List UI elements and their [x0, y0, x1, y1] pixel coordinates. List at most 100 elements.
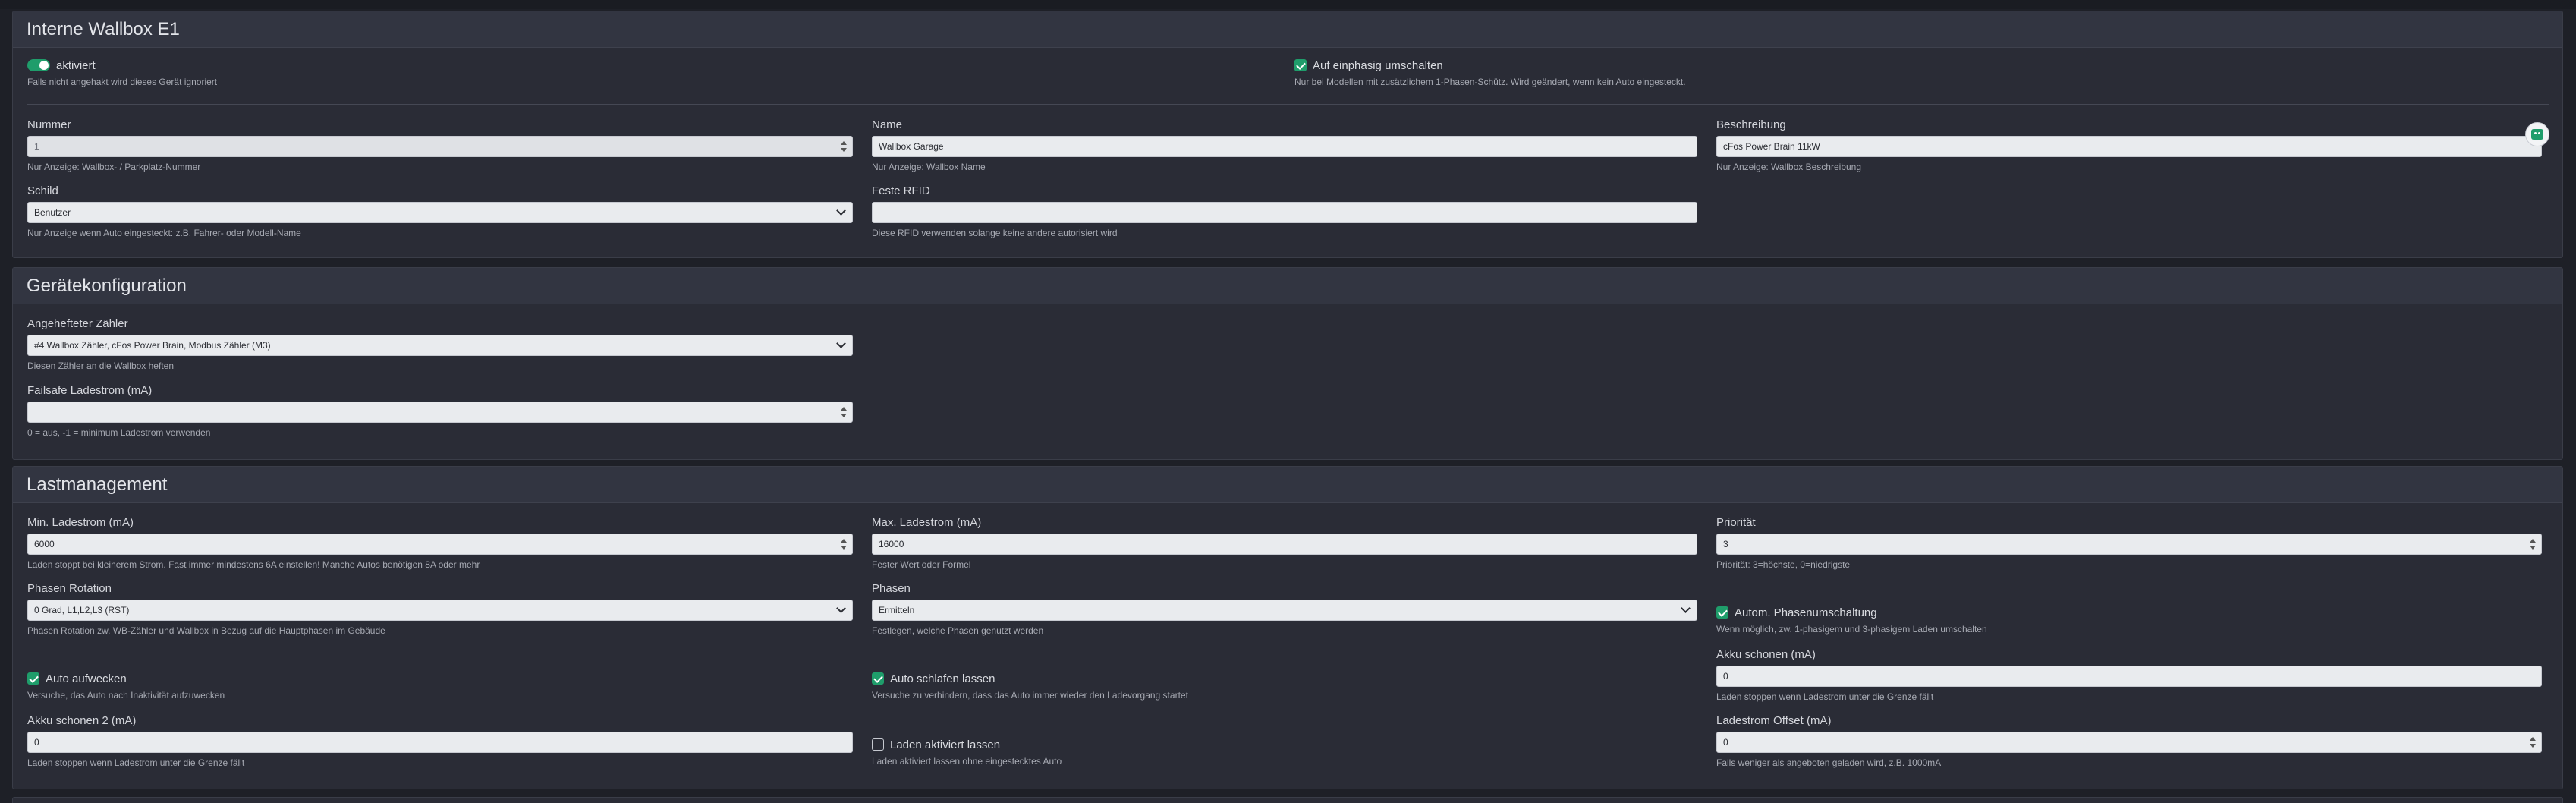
einphasig-checkbox[interactable] — [1294, 59, 1307, 71]
rfid-input[interactable] — [872, 202, 1697, 223]
ladestrom-offset-field: Ladestrom Offset (mA) 0 Falls weniger al… — [1716, 713, 2542, 769]
auto-aufwecken-hint: Versuche, das Auto nach Inaktivität aufz… — [27, 690, 225, 701]
aktiviert-label: aktiviert — [56, 58, 96, 72]
section-header: Interne Wallbox E1 — [13, 11, 2562, 48]
auto-aufwecken-row[interactable]: Auto aufwecken — [27, 670, 225, 687]
failsafe-input[interactable] — [27, 402, 853, 423]
max-ladestrom-label: Max. Ladestrom (mA) — [872, 516, 982, 529]
akku-schonen-2-input[interactable]: 0 — [27, 732, 853, 753]
phasen-select[interactable]: Ermitteln — [872, 600, 1697, 621]
akku-schonen-2-field: Akku schonen 2 (mA) 0 Laden stoppen wenn… — [27, 713, 853, 769]
laden-aktiviert-row[interactable]: Laden aktiviert lassen — [872, 736, 1062, 753]
nummer-label: Nummer — [27, 118, 71, 131]
akku-schonen-value: 0 — [1723, 671, 1728, 682]
number-spinner-icon[interactable] — [2530, 538, 2536, 550]
phasen-hint: Festlegen, welche Phasen genutzt werden — [872, 625, 1044, 636]
number-spinner-icon[interactable] — [2530, 736, 2536, 748]
auto-schlafen-field: Auto schlafen lassen Versuche zu verhind… — [872, 670, 1188, 701]
name-value: Wallbox Garage — [879, 141, 944, 152]
ladestrom-offset-label: Ladestrom Offset (mA) — [1716, 714, 1832, 727]
autom-phasen-label: Autom. Phasenumschaltung — [1735, 606, 1877, 619]
beschreibung-field: Beschreibung cFos Power Brain 11kW Nur A… — [1716, 118, 2542, 173]
failsafe-label: Failsafe Ladestrom (mA) — [27, 384, 153, 397]
beschreibung-hint: Nur Anzeige: Wallbox Beschreibung — [1716, 162, 1861, 172]
nummer-hint: Nur Anzeige: Wallbox- / Parkplatz-Nummer — [27, 162, 201, 172]
phasen-rotation-field: Phasen Rotation 0 Grad, L1,L2,L3 (RST) P… — [27, 581, 853, 637]
section-title: Lastmanagement — [27, 474, 168, 495]
chevron-down-icon — [1681, 603, 1691, 613]
rfid-field: Feste RFID Diese RFID verwenden solange … — [872, 184, 1697, 239]
rfid-label: Feste RFID — [872, 184, 930, 197]
laden-aktiviert-checkbox[interactable] — [872, 738, 884, 751]
aktiviert-field: aktiviert Falls nicht angehakt wird dies… — [27, 57, 217, 88]
aktiviert-toggle-row[interactable]: aktiviert — [27, 57, 217, 74]
phasen-label: Phasen — [872, 582, 911, 595]
min-ladestrom-input[interactable]: 6000 — [27, 534, 853, 555]
prioritaet-hint: Priorität: 3=höchste, 0=niedrigste — [1716, 559, 1851, 570]
number-spinner-icon[interactable] — [841, 538, 847, 550]
phasen-rotation-hint: Phasen Rotation zw. WB-Zähler und Wallbo… — [27, 625, 385, 636]
beschreibung-input[interactable]: cFos Power Brain 11kW — [1716, 136, 2542, 157]
beschreibung-value: cFos Power Brain 11kW — [1723, 141, 1820, 152]
akku-schonen-hint: Laden stoppen wenn Ladestrom unter die G… — [1716, 691, 1934, 702]
section-geraetekonfiguration: Gerätekonfiguration Angehefteter Zähler … — [12, 267, 2563, 460]
auto-schlafen-row[interactable]: Auto schlafen lassen — [872, 670, 1188, 687]
prioritaet-field: Priorität 3 Priorität: 3=höchste, 0=nied… — [1716, 515, 2542, 571]
akku-schonen-field: Akku schonen (mA) 0 Laden stoppen wenn L… — [1716, 647, 2542, 703]
zaehler-hint: Diesen Zähler an die Wallbox heften — [27, 361, 174, 371]
section-header: Gerätekonfiguration — [13, 268, 2562, 304]
name-label: Name — [872, 118, 903, 131]
autom-phasen-row[interactable]: Autom. Phasenumschaltung — [1716, 604, 1987, 621]
nummer-input[interactable]: 1 — [27, 136, 853, 157]
beschreibung-label: Beschreibung — [1716, 118, 1786, 131]
phasen-value: Ermitteln — [879, 605, 915, 616]
prioritaet-value: 3 — [1723, 539, 1728, 550]
zaehler-field: Angehefteter Zähler #4 Wallbox Zähler, c… — [27, 316, 853, 372]
section-title: Gerätekonfiguration — [27, 275, 187, 296]
prioritaet-input[interactable]: 3 — [1716, 534, 2542, 555]
min-ladestrom-label: Min. Ladestrom (mA) — [27, 516, 134, 529]
max-ladestrom-field: Max. Ladestrom (mA) 16000 Fester Wert od… — [872, 515, 1697, 571]
ladestrom-offset-value: 0 — [1723, 737, 1728, 748]
min-ladestrom-value: 6000 — [34, 539, 55, 550]
chat-bot-icon[interactable] — [2525, 122, 2549, 146]
auto-schlafen-label: Auto schlafen lassen — [890, 672, 995, 685]
zaehler-value: #4 Wallbox Zähler, cFos Power Brain, Mod… — [34, 340, 271, 351]
schild-label: Schild — [27, 184, 58, 197]
section-lastmanagement: Lastmanagement Min. Ladestrom (mA) 6000 … — [12, 466, 2563, 789]
number-spinner-icon[interactable] — [841, 406, 847, 418]
einphasig-row[interactable]: Auf einphasig umschalten — [1294, 57, 1686, 74]
min-ladestrom-field: Min. Ladestrom (mA) 6000 Laden stoppt be… — [27, 515, 853, 571]
phasen-rotation-value: 0 Grad, L1,L2,L3 (RST) — [34, 605, 130, 616]
autom-phasen-checkbox[interactable] — [1716, 606, 1728, 619]
aktiviert-toggle[interactable] — [27, 59, 50, 71]
nummer-field: Nummer 1 Nur Anzeige: Wallbox- / Parkpla… — [27, 118, 853, 173]
auto-schlafen-checkbox[interactable] — [872, 672, 884, 685]
nummer-value: 1 — [34, 141, 39, 152]
section-interne-wallbox: Interne Wallbox E1 aktiviert Falls nicht… — [12, 11, 2563, 258]
auto-aufwecken-checkbox[interactable] — [27, 672, 39, 685]
max-ladestrom-input[interactable]: 16000 — [872, 534, 1697, 555]
chevron-down-icon — [836, 339, 846, 348]
name-field: Name Wallbox Garage Nur Anzeige: Wallbox… — [872, 118, 1697, 173]
akku-schonen-2-value: 0 — [34, 737, 39, 748]
zaehler-select[interactable]: #4 Wallbox Zähler, cFos Power Brain, Mod… — [27, 335, 853, 356]
ladestrom-offset-hint: Falls weniger als angeboten geladen wird… — [1716, 757, 1942, 768]
ladestrom-offset-input[interactable]: 0 — [1716, 732, 2542, 753]
einphasig-field: Auf einphasig umschalten Nur bei Modelle… — [1294, 57, 1686, 88]
schild-field: Schild Benutzer Nur Anzeige wenn Auto ei… — [27, 184, 853, 239]
divider — [27, 104, 2549, 105]
schild-value: Benutzer — [34, 207, 71, 218]
aktiviert-hint: Falls nicht angehakt wird dieses Gerät i… — [27, 77, 218, 87]
next-section-edge — [12, 797, 2563, 803]
section-title: Interne Wallbox E1 — [27, 18, 180, 39]
name-input[interactable]: Wallbox Garage — [872, 136, 1697, 157]
schild-select[interactable]: Benutzer — [27, 202, 853, 223]
akku-schonen-label: Akku schonen (mA) — [1716, 648, 1816, 661]
schild-hint: Nur Anzeige wenn Auto eingesteckt: z.B. … — [27, 228, 301, 238]
zaehler-label: Angehefteter Zähler — [27, 317, 128, 330]
phasen-rotation-select[interactable]: 0 Grad, L1,L2,L3 (RST) — [27, 600, 853, 621]
akku-schonen-input[interactable]: 0 — [1716, 666, 2542, 687]
number-spinner-icon[interactable] — [841, 140, 847, 153]
max-ladestrom-value: 16000 — [879, 539, 904, 550]
